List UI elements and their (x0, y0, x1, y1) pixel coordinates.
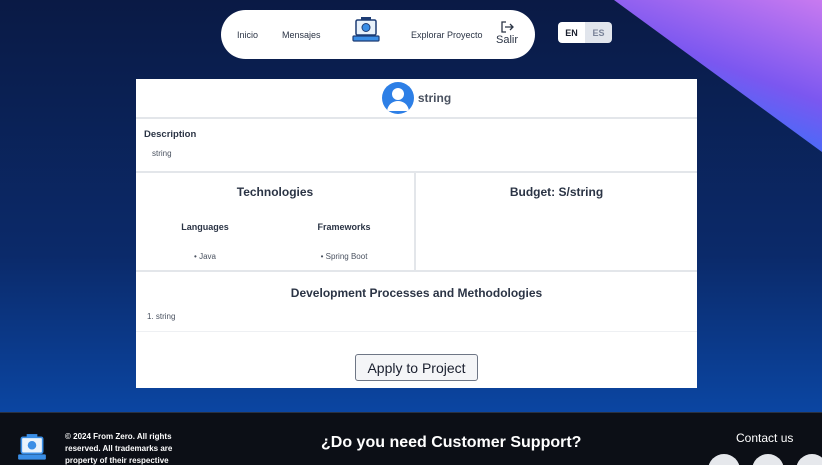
methodologies-section: Development Processes and Methodologies … (136, 272, 697, 332)
customer-support-heading: ¿Do you need Customer Support? (321, 434, 582, 451)
languages-column: Languages Java (174, 222, 236, 261)
description-text: string (152, 149, 172, 158)
contact-us-heading: Contact us (736, 431, 794, 445)
logout-icon (501, 21, 514, 33)
description-section: Description string (136, 119, 697, 173)
owner-name: string (417, 91, 452, 105)
apply-to-project-button[interactable]: Apply to Project (355, 354, 478, 381)
social-icon[interactable] (752, 454, 784, 465)
apply-container: Apply to Project (136, 354, 697, 381)
footer: © 2024 From Zero. All rights reserved. A… (0, 412, 822, 465)
framework-item: Spring Boot (308, 252, 380, 261)
nav-link-mensajes[interactable]: Mensajes (282, 30, 321, 40)
social-icon[interactable] (708, 454, 740, 465)
project-owner-header: string (136, 79, 697, 119)
user-icon (386, 88, 409, 111)
language-switcher: EN ES (558, 22, 612, 43)
language-item: Java (174, 252, 236, 261)
copyright-text: © 2024 From Zero. All rights reserved. A… (65, 432, 173, 465)
languages-title: Languages (181, 222, 229, 232)
budget-label: Budget: S/string (509, 185, 604, 199)
laptop-logo-icon[interactable] (351, 16, 381, 46)
footer-logo-icon (16, 433, 48, 465)
technologies-section: Technologies Languages Java Frameworks S… (136, 173, 416, 270)
language-option-en[interactable]: EN (558, 22, 585, 43)
top-navigation: Inicio Mensajes Explorar Proyecto Salir (221, 10, 535, 59)
frameworks-title: Frameworks (317, 222, 371, 232)
methodologies-title: Development Processes and Methodologies (290, 286, 543, 300)
language-option-es[interactable]: ES (585, 22, 612, 43)
nav-link-explorar-proyecto[interactable]: Explorar Proyecto (411, 30, 483, 40)
avatar[interactable] (381, 82, 414, 114)
social-icon[interactable] (796, 454, 822, 465)
methodology-item: 1. string (147, 312, 176, 321)
description-title: Description (144, 129, 197, 140)
logout-label: Salir (496, 34, 519, 46)
budget-section: Budget: S/string (416, 173, 697, 270)
nav-link-inicio[interactable]: Inicio (237, 30, 258, 40)
logout-button[interactable]: Salir (496, 21, 518, 46)
technologies-title: Technologies (236, 185, 314, 199)
tech-budget-row: Technologies Languages Java Frameworks S… (136, 173, 697, 272)
project-detail-card: string Description string Technologies L… (136, 79, 697, 388)
frameworks-column: Frameworks Spring Boot (308, 222, 380, 261)
